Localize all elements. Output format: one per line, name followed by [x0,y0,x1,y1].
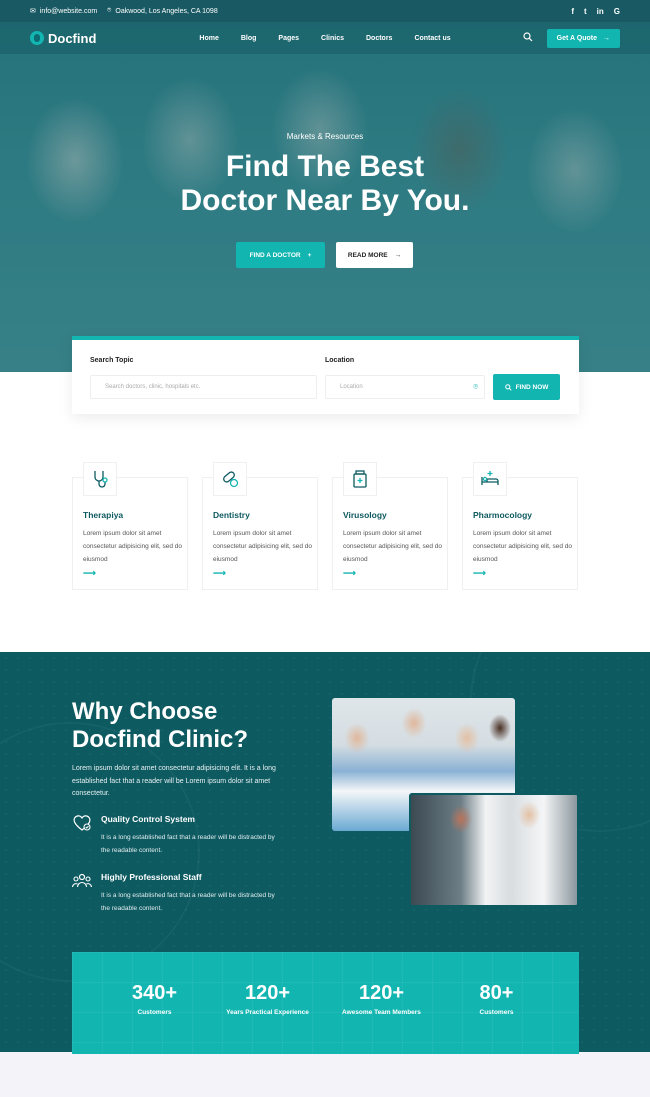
location-placeholder: Location [340,384,363,390]
stat-number: 120+ [358,982,405,1004]
arrow-right-icon: → [394,251,402,259]
medicine-bottle-icon [343,462,377,496]
location-label: Location [325,357,355,364]
service-card-dentistry[interactable]: Dentistry Lorem ipsum dolor sit amet con… [202,462,318,590]
feature-text: It is a long established fact that a rea… [101,834,275,854]
twitter-icon[interactable]: t [584,7,587,16]
location-pin-icon: ⌾ [473,382,478,391]
stat-label: Customers [479,1009,514,1016]
main-navbar: Docfind Home Blog Pages Clinics Doctors … [0,22,650,54]
feature-quality: Quality Control System It is a long esta… [72,814,292,859]
why-title-line2: Docfind Clinic? [72,726,248,753]
service-title: Dentistry [213,510,250,520]
hero-section: ✉ info@website.com ⌾ Oakwood, Los Angele… [0,0,650,372]
location-pin-icon: ⌾ [107,7,112,14]
stat-label: Years Practical Experience [226,1009,309,1016]
search-topic-label: Search Topic [90,357,134,364]
hero-title-line2: Doctor Near By You. [180,184,470,217]
search-icon [504,383,512,391]
stethoscope-icon [83,462,117,496]
arrow-right-icon[interactable]: ⟶ [213,568,226,579]
find-now-label: FIND NOW [515,383,549,391]
feature-text: It is a long established fact that a rea… [101,892,275,912]
service-text: Lorem ipsum dolor sit amet consectetur a… [343,530,443,563]
get-quote-label: Get A Quote [556,34,597,42]
find-now-button[interactable]: FIND NOW [493,374,560,400]
why-title-line1: Why Choose [72,698,218,725]
logo-icon [30,31,44,45]
hero-buttons: FIND A DOCTOR + READ MORE → [236,242,413,268]
nav-item-blog[interactable]: Blog [241,35,257,42]
why-title: Why Choose Docfind Clinic? [72,698,248,754]
nav-item-doctors[interactable]: Doctors [366,35,392,42]
read-more-button[interactable]: READ MORE → [336,242,413,268]
stats-banner: 340+ Customers 120+ Years Practical Expe… [72,952,579,1054]
arrow-right-icon[interactable]: ⟶ [473,568,486,579]
email-item[interactable]: ✉ info@website.com [30,7,98,16]
location-input[interactable]: Location ⌾ [325,375,485,399]
find-doctor-button[interactable]: FIND A DOCTOR + [236,242,325,268]
service-text: Lorem ipsum dolor sit amet consectetur a… [213,530,313,563]
doctors-with-patient-photo [409,793,579,907]
email-text: info@website.com [39,7,98,15]
logo-text: Docfind [48,30,97,46]
service-title: Therapiya [83,510,124,520]
stat-number: 80+ [479,982,514,1004]
stat-label: Awesome Team Members [342,1009,421,1016]
mail-icon: ✉ [30,8,36,15]
search-topic-input[interactable]: Search doctors, clinic, hospitals etc. [90,375,317,399]
social-links: f t in G [571,7,620,16]
search-panel: Search Topic Search doctors, clinic, hos… [72,336,579,414]
services-row: Therapiya Lorem ipsum dolor sit amet con… [72,462,579,590]
feature-title: Quality Control System [101,814,195,824]
arrow-right-icon[interactable]: ⟶ [343,568,356,579]
why-description: Lorem ipsum dolor sit amet consectetur a… [72,765,276,797]
stat-team-members: 120+ Awesome Team Members [318,982,445,1016]
service-card-virusology[interactable]: Virusology Lorem ipsum dolor sit amet co… [332,462,448,590]
service-title: Pharmocology [473,510,533,520]
nav-item-home[interactable]: Home [199,35,218,42]
arrow-right-icon[interactable]: ⟶ [83,568,96,579]
feature-title: Highly Professional Staff [101,872,202,882]
feature-staff: Highly Professional Staff It is a long e… [71,872,292,917]
page: ✉ info@website.com ⌾ Oakwood, Los Angele… [0,0,650,1097]
nav-menu: Home Blog Pages Clinics Doctors Contact … [199,35,450,42]
address-item: ⌾ Oakwood, Los Angeles, CA 1098 [107,7,218,15]
pills-icon [213,462,247,496]
nav-item-contact[interactable]: Contact us [414,35,450,42]
service-text: Lorem ipsum dolor sit amet consectetur a… [83,530,183,563]
hero-title: Find The Best Doctor Near By You. [0,150,650,218]
service-card-pharmocology[interactable]: Pharmocology Lorem ipsum dolor sit amet … [462,462,578,590]
logo[interactable]: Docfind [30,31,96,46]
address-text: Oakwood, Los Angeles, CA 1098 [115,7,218,15]
get-quote-button[interactable]: Get A Quote → [546,28,620,48]
team-icon [71,872,93,890]
nav-item-clinics[interactable]: Clinics [321,35,344,42]
find-doctor-label: FIND A DOCTOR [249,251,301,259]
page-bottom-strip [0,1052,650,1097]
hero-subtitle: Markets & Resources [286,132,364,141]
linkedin-icon[interactable]: in [597,7,604,16]
google-icon[interactable]: G [614,7,620,16]
service-text: Lorem ipsum dolor sit amet consectetur a… [473,530,573,563]
stat-experience: 120+ Years Practical Experience [204,982,331,1016]
top-bar: ✉ info@website.com ⌾ Oakwood, Los Angele… [0,0,650,22]
nav-item-pages[interactable]: Pages [278,35,299,42]
plus-icon: + [307,251,312,259]
hero-title-line1: Find The Best [225,150,425,183]
search-icon[interactable] [523,31,533,45]
arrow-right-icon: → [603,34,610,42]
facebook-icon[interactable]: f [571,7,574,16]
heart-check-icon [72,814,92,832]
stat-number: 340+ [131,982,178,1004]
service-card-therapiya[interactable]: Therapiya Lorem ipsum dolor sit amet con… [72,462,188,590]
stat-number: 120+ [244,982,291,1004]
hospital-bed-icon [473,462,507,496]
stat-customers-2: 80+ Customers [433,982,560,1016]
read-more-label: READ MORE [347,251,388,259]
stat-label: Customers [137,1009,172,1016]
service-title: Virusology [343,510,387,520]
stat-customers: 340+ Customers [91,982,218,1016]
